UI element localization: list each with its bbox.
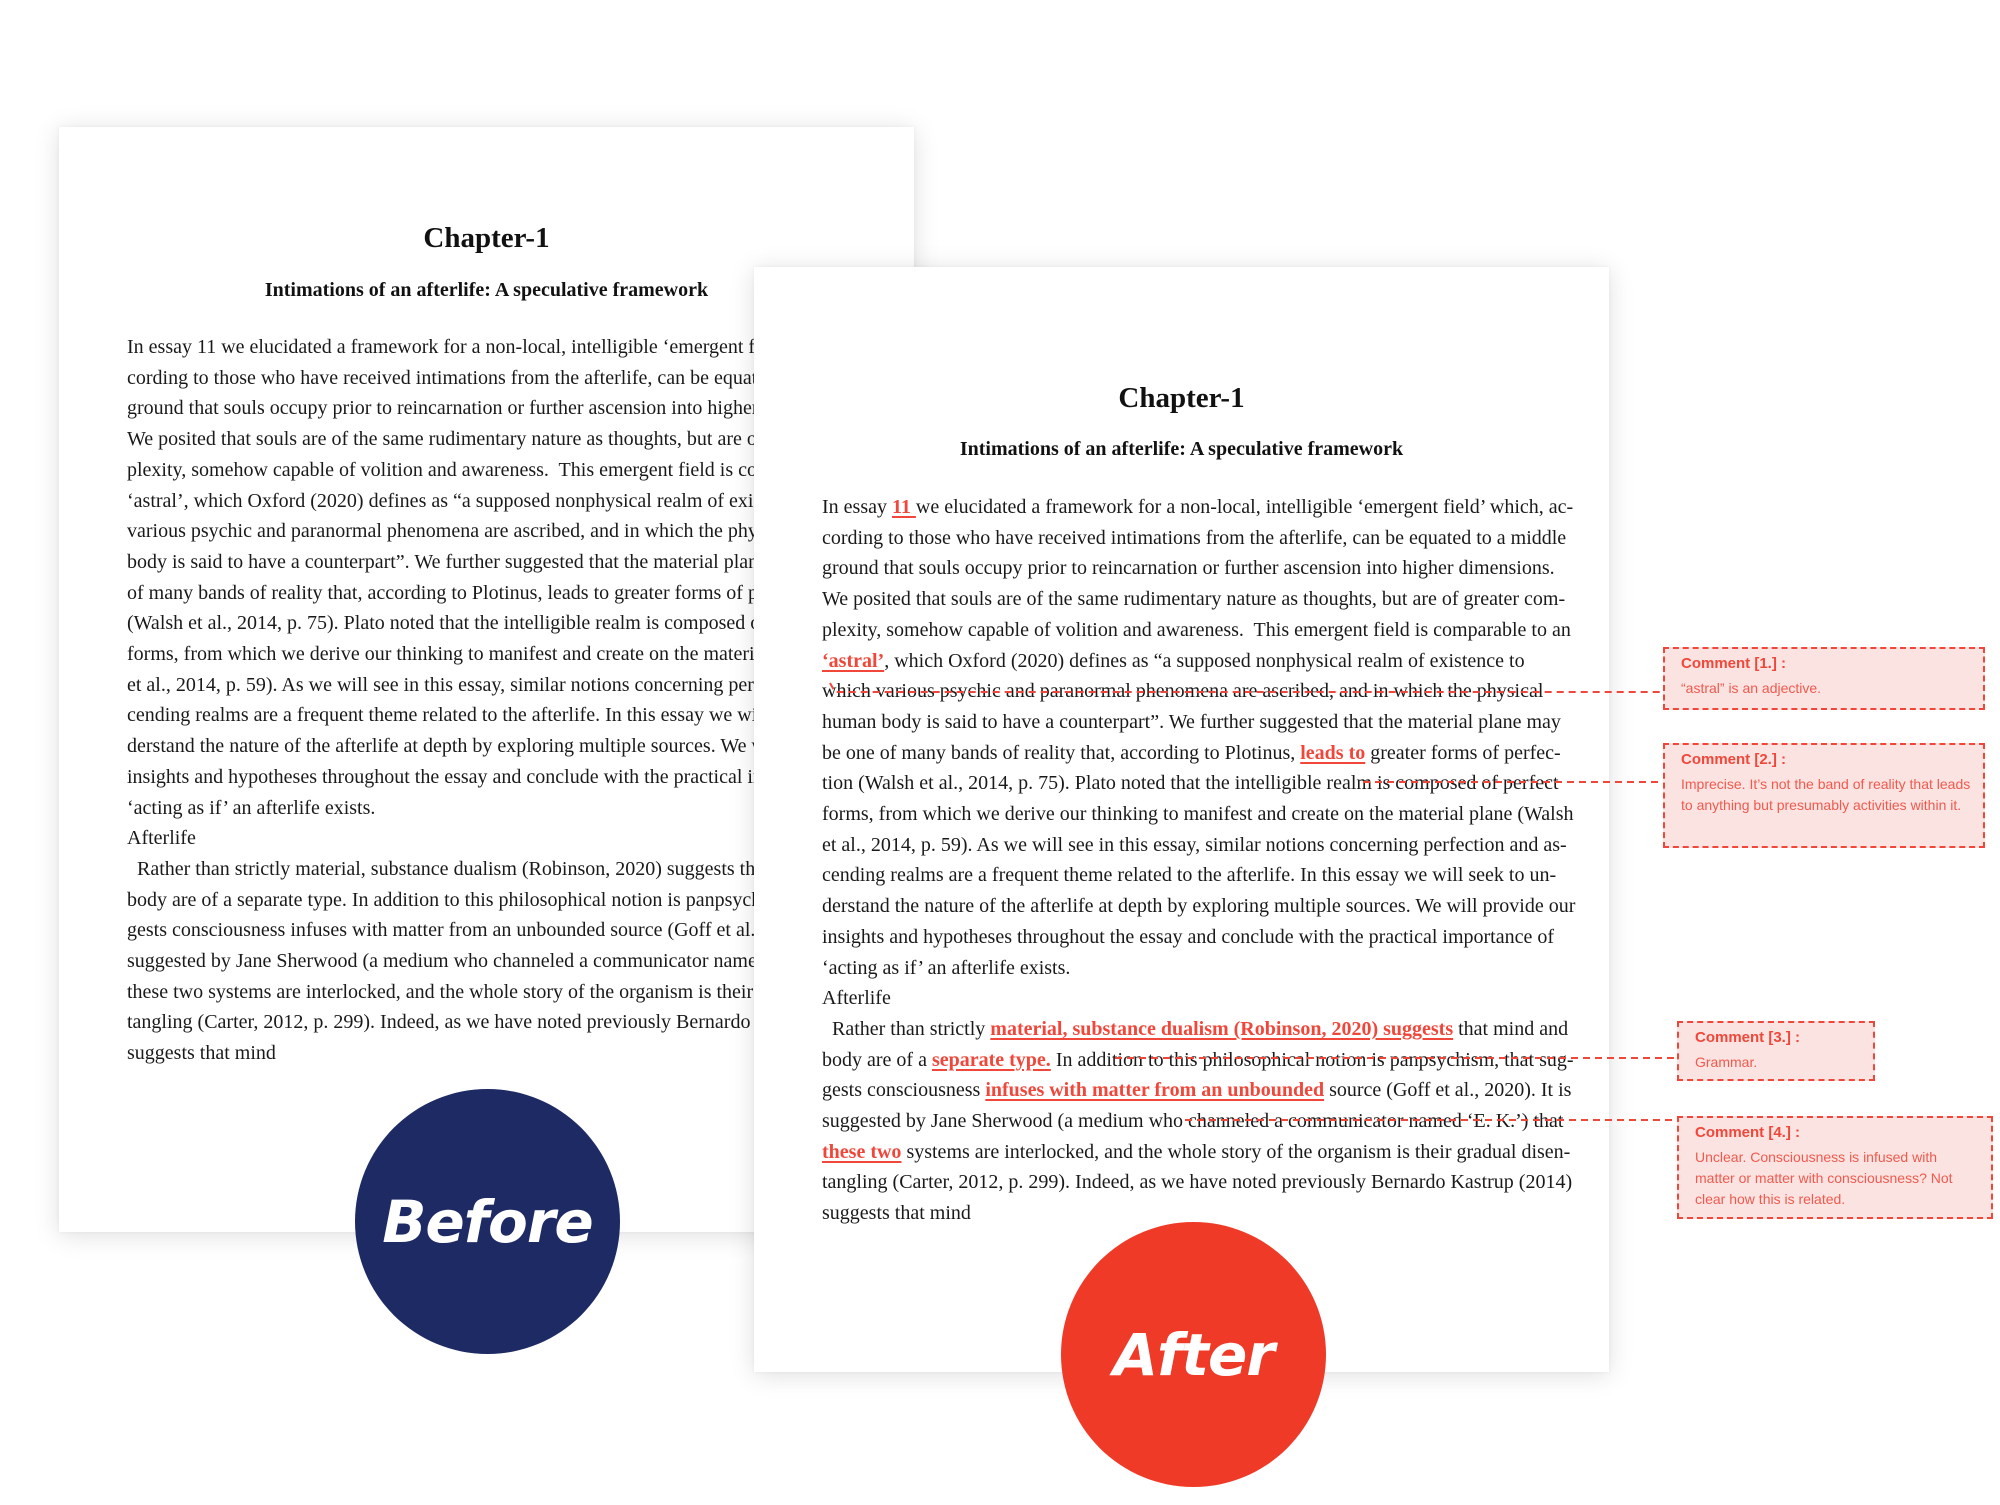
comment-box-3[interactable]: Comment [3.] : Grammar. bbox=[1677, 1021, 1875, 1081]
text-line: ground that souls occupy prior to reinca… bbox=[822, 553, 1582, 584]
highlighted-phrase[interactable]: infuses with matter from an unbounded bbox=[985, 1079, 1324, 1101]
before-badge: Before bbox=[355, 1089, 620, 1354]
text-line: et al., 2014, p. 59). As we will see in … bbox=[822, 830, 1582, 861]
text-segment: source (Goff et al., 2020). It is bbox=[1324, 1079, 1572, 1102]
comment-text: Grammar. bbox=[1695, 1054, 1758, 1070]
text-segment: greater forms of perfec- bbox=[1365, 741, 1561, 764]
chapter-subtitle: Intimations of an afterlife: A speculati… bbox=[959, 438, 1404, 460]
document-body-text: In essay 11 we elucidated a framework fo… bbox=[822, 492, 1582, 1229]
highlighted-phrase[interactable]: 11 bbox=[892, 496, 916, 518]
text-line: derstand the nature of the afterlife at … bbox=[822, 891, 1582, 922]
comment-box-4[interactable]: Comment [4.] : Unclear. Consciousness is… bbox=[1677, 1116, 1993, 1219]
highlighted-phrase[interactable]: separate type. bbox=[932, 1049, 1051, 1071]
text-line: ‘acting as if’ an afterlife exists. bbox=[822, 953, 1582, 984]
comment-title: Comment [2.] : bbox=[1681, 751, 1786, 768]
text-segment: suggests that mind bbox=[822, 1202, 971, 1225]
text-segment: suggested by Jane Sherwood (a medium who… bbox=[822, 1110, 1564, 1133]
text-segment: derstand the nature of the afterlife at … bbox=[822, 895, 1576, 918]
comment-title: Comment [1.] : bbox=[1681, 655, 1786, 672]
text-segment: tangling (Carter, 2012, p. 299). Indeed,… bbox=[822, 1171, 1573, 1194]
text-segment: tion (Walsh et al., 2014, p. 75). Plato … bbox=[822, 772, 1559, 795]
text-line: be one of many bands of reality that, ac… bbox=[822, 738, 1582, 769]
text-line: tion (Walsh et al., 2014, p. 75). Plato … bbox=[822, 768, 1582, 799]
comment-title: Comment [4.] : bbox=[1695, 1124, 1800, 1141]
text-line: these two systems are interlocked, and t… bbox=[822, 1137, 1582, 1168]
text-segment: insights and hypotheses throughout the e… bbox=[822, 925, 1555, 948]
text-segment: In addition to this philosophical notion… bbox=[1050, 1048, 1574, 1071]
comment-box-2[interactable]: Comment [2.] : Imprecise. It’s not the b… bbox=[1663, 743, 1985, 848]
text-line: suggested by Jane Sherwood (a medium who… bbox=[822, 1106, 1582, 1137]
highlighted-phrase[interactable]: ‘astral’ bbox=[822, 650, 884, 672]
text-segment: et al., 2014, p. 59). As we will see in … bbox=[822, 833, 1567, 856]
text-line: insights and hypotheses throughout the e… bbox=[822, 922, 1582, 953]
text-segment: cording to those who have received intim… bbox=[822, 526, 1567, 549]
comment-text: Unclear. Consciousness is infused with m… bbox=[1695, 1149, 1953, 1207]
text-line: forms, from which we derive our thinking… bbox=[822, 799, 1582, 830]
highlighted-phrase[interactable]: leads to bbox=[1300, 742, 1365, 764]
text-line: Rather than strictly material, substance… bbox=[822, 1014, 1582, 1045]
comment-box-1[interactable]: Comment [1.] : “astral” is an adjective. bbox=[1663, 647, 1985, 710]
text-line: which various psychic and paranormal phe… bbox=[822, 676, 1582, 707]
text-segment: In essay bbox=[822, 496, 892, 518]
text-segment: forms, from which we derive our thinking… bbox=[822, 803, 1574, 826]
text-segment: Rather than strictly bbox=[822, 1017, 991, 1040]
text-segment: systems are interlocked, and the whole s… bbox=[901, 1140, 1571, 1163]
text-segment: gests consciousness bbox=[822, 1079, 986, 1102]
text-line: ‘astral’, which Oxford (2020) defines as… bbox=[822, 646, 1582, 677]
text-line: plexity, somehow capable of volition and… bbox=[822, 615, 1582, 646]
text-line: We posited that souls are of the same ru… bbox=[822, 584, 1582, 615]
chapter-title: Chapter-1 bbox=[1118, 382, 1245, 414]
text-segment: ‘acting as if’ an afterlife exists. bbox=[822, 956, 1071, 979]
text-segment: human body is said to have a counterpart… bbox=[822, 710, 1561, 733]
text-segment: Afterlife bbox=[822, 987, 891, 1010]
text-line: Afterlife bbox=[822, 983, 1582, 1014]
text-segment: we elucidated a framework for a non-loca… bbox=[915, 496, 1574, 518]
text-segment: ground that souls occupy prior to reinca… bbox=[822, 557, 1555, 580]
text-segment: plexity, somehow capable of volition and… bbox=[822, 618, 1571, 641]
text-line: gests consciousness infuses with matter … bbox=[822, 1075, 1582, 1106]
chapter-title: Chapter-1 bbox=[423, 222, 550, 254]
highlighted-phrase[interactable]: these two bbox=[822, 1141, 901, 1163]
text-segment: We posited that souls are of the same ru… bbox=[822, 588, 1566, 611]
comment-text: Imprecise. It’s not the band of reality … bbox=[1681, 776, 1971, 813]
text-line: cending realms are a frequent theme rela… bbox=[822, 860, 1582, 891]
highlighted-phrase[interactable]: material, substance dualism (Robinson, 2… bbox=[990, 1018, 1453, 1040]
comment-title: Comment [3.] : bbox=[1695, 1029, 1800, 1046]
text-segment: cending realms are a frequent theme rela… bbox=[822, 864, 1557, 887]
after-badge: After bbox=[1061, 1222, 1326, 1487]
text-segment: body are of a bbox=[822, 1048, 932, 1071]
text-line: In essay 11 we elucidated a framework fo… bbox=[822, 492, 1582, 523]
after-document-page: Chapter-1 Intimations of an afterlife: A… bbox=[754, 267, 1609, 1372]
text-line: human body is said to have a counterpart… bbox=[822, 707, 1582, 738]
text-line: body are of a separate type. In addition… bbox=[822, 1045, 1582, 1076]
text-segment: be one of many bands of reality that, ac… bbox=[822, 741, 1301, 764]
text-line: tangling (Carter, 2012, p. 299). Indeed,… bbox=[822, 1167, 1582, 1198]
text-segment: which various psychic and paranormal phe… bbox=[822, 680, 1544, 703]
text-segment: that mind and bbox=[1453, 1017, 1569, 1040]
text-segment: , which Oxford (2020) defines as “a supp… bbox=[884, 649, 1525, 672]
comment-text: “astral” is an adjective. bbox=[1681, 680, 1822, 696]
text-line: cording to those who have received intim… bbox=[822, 523, 1582, 554]
